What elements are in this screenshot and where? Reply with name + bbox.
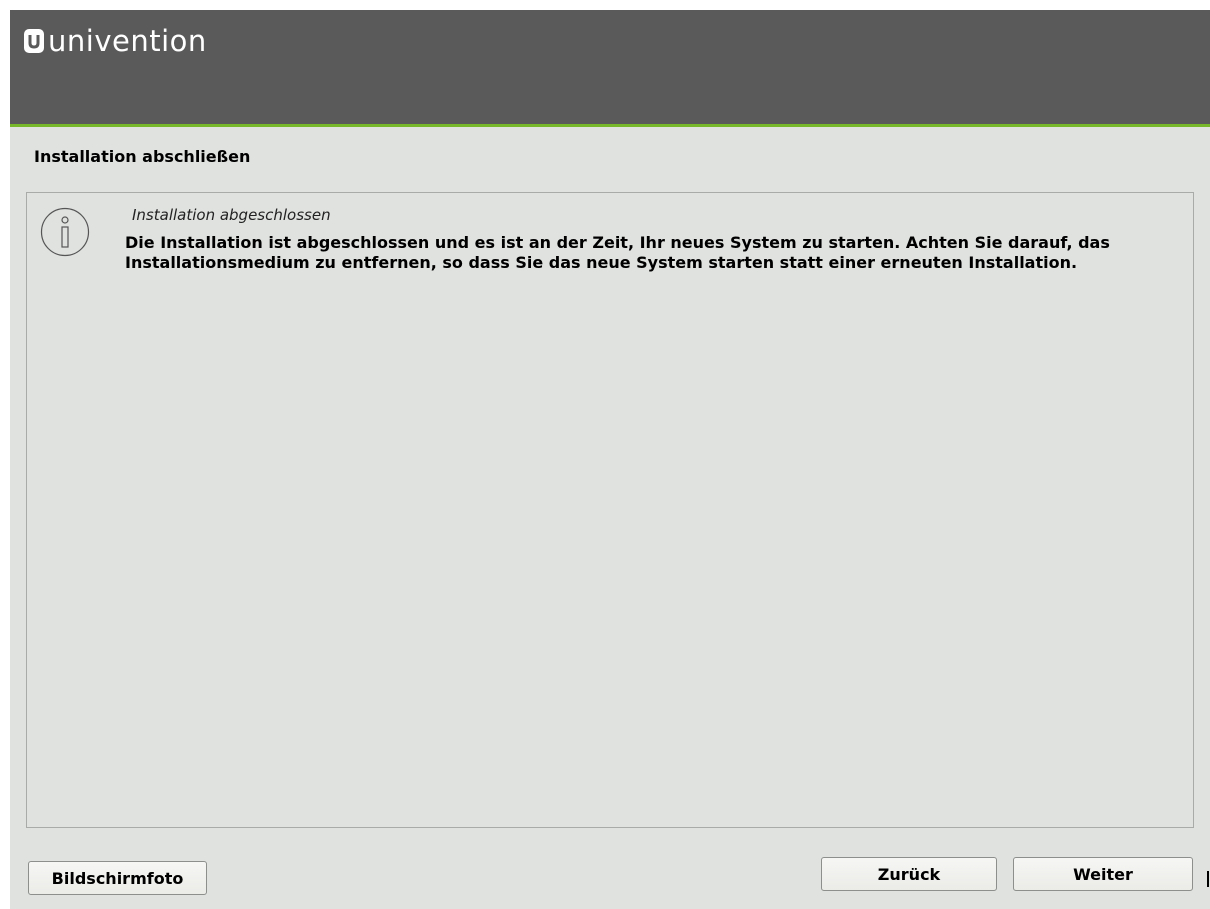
next-button[interactable]: Weiter bbox=[1013, 857, 1193, 891]
brand-logo: univention bbox=[24, 24, 207, 58]
message-body: Die Installation ist abgeschlossen und e… bbox=[125, 233, 1110, 272]
content-panel: Installation abgeschlossen Die Installat… bbox=[26, 192, 1194, 828]
info-icon bbox=[40, 207, 90, 257]
brand-name: univention bbox=[48, 24, 207, 58]
installer-window: univention Installation abschließen Inst… bbox=[10, 10, 1210, 909]
header-bar: univention bbox=[10, 10, 1210, 127]
message-heading: Installation abgeschlossen bbox=[132, 206, 331, 224]
screenshot-button[interactable]: Bildschirmfoto bbox=[28, 861, 207, 895]
edge-divider bbox=[1207, 871, 1209, 887]
univention-logo-icon bbox=[24, 29, 44, 53]
page-title: Installation abschließen bbox=[34, 147, 251, 166]
back-button[interactable]: Zurück bbox=[821, 857, 997, 891]
